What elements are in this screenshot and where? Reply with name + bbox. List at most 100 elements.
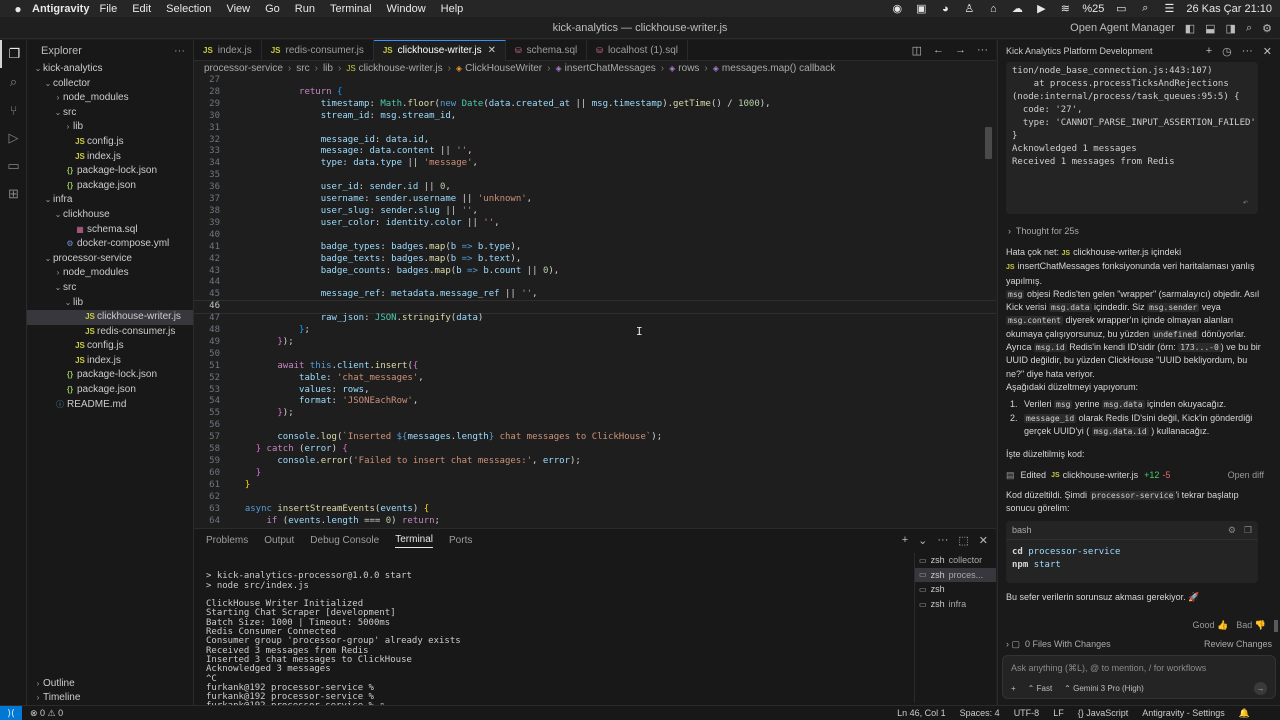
code-line[interactable]: 55 });: [194, 408, 996, 420]
run-debug-icon[interactable]: ▷: [0, 124, 27, 152]
code-line[interactable]: 48 };: [194, 325, 996, 337]
toggle-agent-icon[interactable]: ◨: [1226, 22, 1236, 35]
file-item[interactable]: {} package-lock.json: [27, 164, 193, 179]
apple-icon[interactable]: ●: [8, 2, 28, 16]
code-line[interactable]: 53 values: rows,: [194, 385, 996, 397]
code-line[interactable]: 60 }: [194, 468, 996, 480]
folder-item[interactable]: ⌄ lib: [27, 296, 193, 311]
menu-window[interactable]: Window: [387, 3, 426, 15]
open-agent-manager-button[interactable]: Open Agent Manager: [1070, 22, 1175, 34]
file-item[interactable]: JS index.js: [27, 150, 193, 165]
folder-item[interactable]: ⌄ clickhouse: [27, 208, 193, 223]
code-line[interactable]: 44: [194, 277, 996, 289]
battery-icon[interactable]: ▭: [1114, 2, 1128, 15]
code-line[interactable]: 34 type: data.type || 'message',: [194, 158, 996, 170]
code-line[interactable]: 47 raw_json: JSON.stringify(data): [194, 313, 996, 325]
folder-item[interactable]: ⌄ processor-service: [27, 252, 193, 267]
code-line[interactable]: 31: [194, 123, 996, 135]
end-of-line[interactable]: LF: [1053, 708, 1064, 719]
folder-item[interactable]: ⌄ collector: [27, 77, 193, 92]
tab-ports[interactable]: Ports: [449, 535, 472, 546]
play-icon[interactable]: ▶: [1034, 2, 1048, 15]
model-selector[interactable]: ⌃ Gemini 3 Pro (High): [1064, 684, 1144, 693]
history-icon[interactable]: ◷: [1222, 45, 1232, 58]
code-line[interactable]: 29 timestamp: Math.floor(new Date(data.c…: [194, 99, 996, 111]
folder-item[interactable]: ⌄ src: [27, 281, 193, 296]
code-line[interactable]: 58 } catch (error) {: [194, 444, 996, 456]
terminal-instance[interactable]: ▭ zsh proces...: [915, 567, 996, 583]
notifications-icon[interactable]: 🔔: [1239, 708, 1250, 719]
extensions-icon[interactable]: ⊞: [0, 180, 27, 208]
code-line[interactable]: 63 async insertStreamEvents(events) {: [194, 504, 996, 516]
menu-run[interactable]: Run: [295, 3, 315, 15]
code-line[interactable]: 40: [194, 230, 996, 242]
code-line[interactable]: 64 if (events.length === 0) return;: [194, 516, 996, 527]
review-changes-button[interactable]: Review Changes: [1204, 639, 1272, 649]
good-button[interactable]: Good 👍: [1193, 620, 1229, 631]
breadcrumb-item[interactable]: rows: [678, 63, 699, 74]
terminal-instance[interactable]: ▭ zsh collector: [915, 553, 996, 568]
undo-icon[interactable]: ↶: [1243, 197, 1248, 210]
wifi-icon[interactable]: ≋: [1058, 2, 1072, 15]
code-line[interactable]: 35: [194, 170, 996, 182]
settings-status[interactable]: Antigravity - Settings: [1142, 708, 1225, 719]
breadcrumb-item[interactable]: src: [296, 63, 309, 74]
close-icon[interactable]: ✕: [1263, 45, 1272, 58]
files-with-changes[interactable]: 0 Files With Changes: [1025, 639, 1111, 649]
code-line[interactable]: 45 message_ref: metadata.message_ref || …: [194, 289, 996, 301]
edited-file[interactable]: clickhouse-writer.js: [1063, 469, 1139, 482]
app-name[interactable]: Antigravity: [32, 3, 89, 15]
chevron-down-icon[interactable]: ⌄: [918, 534, 927, 547]
file-item[interactable]: {} package.json: [27, 383, 193, 398]
breadcrumb-item[interactable]: processor-service: [204, 63, 283, 74]
chevron-right-icon[interactable]: ›: [1006, 639, 1009, 649]
file-item[interactable]: JS index.js: [27, 354, 193, 369]
file-item[interactable]: ⓘ README.md: [27, 398, 193, 413]
breadcrumb-item[interactable]: insertChatMessages: [565, 63, 656, 74]
code-line[interactable]: 49 });: [194, 337, 996, 349]
breadcrumb-item[interactable]: ClickHouseWriter: [465, 63, 542, 74]
code-line[interactable]: 61 }: [194, 480, 996, 492]
toggle-panel-icon[interactable]: ⬓: [1205, 22, 1215, 35]
agent-input[interactable]: Ask anything (⌘L), @ to mention, / for w…: [1011, 663, 1206, 674]
file-item[interactable]: ⚙ docker-compose.yml: [27, 237, 193, 252]
file-item[interactable]: JS redis-consumer.js: [27, 325, 193, 340]
editor-scrollbar[interactable]: [985, 127, 992, 159]
split-editor-icon[interactable]: ◫: [912, 44, 922, 57]
remote-icon[interactable]: ⟩⟨: [0, 705, 22, 720]
editor-tab[interactable]: JS index.js: [194, 39, 262, 61]
source-control-icon[interactable]: ⑂: [0, 96, 27, 124]
copy-icon[interactable]: ❐: [1244, 524, 1252, 537]
terminal-instance[interactable]: ▭ zsh: [915, 582, 996, 597]
thought-toggle[interactable]: › Thought for 25s: [1008, 226, 1079, 236]
bash-commands[interactable]: cd processor-service npm start: [1006, 540, 1258, 578]
code-line[interactable]: 56: [194, 420, 996, 432]
code-editor[interactable]: 27 28 return {29 timestamp: Math.floor(ne…: [194, 75, 996, 527]
code-line[interactable]: 46: [194, 300, 996, 315]
editor-tab[interactable]: ⛁ schema.sql: [506, 39, 588, 61]
file-item[interactable]: ▦ schema.sql: [27, 223, 193, 238]
code-line[interactable]: 32 message_id: data.id,: [194, 135, 996, 147]
send-icon[interactable]: →: [1254, 682, 1267, 695]
new-terminal-icon[interactable]: +: [902, 534, 908, 547]
editor-tab[interactable]: ⛁ localhost (1).sql: [587, 39, 688, 61]
code-line[interactable]: 59 console.error('Failed to insert chat …: [194, 456, 996, 468]
go-back-icon[interactable]: ←: [933, 44, 944, 57]
folder-item[interactable]: ⌄ kick-analytics: [27, 62, 193, 77]
go-forward-icon[interactable]: →: [955, 44, 966, 57]
steam-icon[interactable]: ◉: [890, 2, 904, 15]
indentation[interactable]: Spaces: 4: [960, 708, 1000, 719]
toggle-sidebar-icon[interactable]: ◧: [1185, 22, 1195, 35]
folder-item[interactable]: › node_modules: [27, 91, 193, 106]
tab-terminal[interactable]: Terminal: [395, 534, 434, 548]
code-line[interactable]: 28 return {: [194, 87, 996, 99]
search-icon[interactable]: ⌕: [1138, 2, 1152, 15]
more-actions-icon[interactable]: ···: [1242, 45, 1253, 58]
figure-icon[interactable]: ♙: [962, 2, 976, 15]
code-line[interactable]: 50: [194, 349, 996, 361]
edited-file-row[interactable]: ▤ Edited JS clickhouse-writer.js +12 -5 …: [1006, 469, 1264, 482]
code-line[interactable]: 39 user_color: identity.color || '',: [194, 218, 996, 230]
folder-item[interactable]: ⌄ infra: [27, 193, 193, 208]
lock-icon[interactable]: ⌂: [986, 3, 1000, 15]
bad-button[interactable]: Bad 👎: [1236, 620, 1266, 631]
